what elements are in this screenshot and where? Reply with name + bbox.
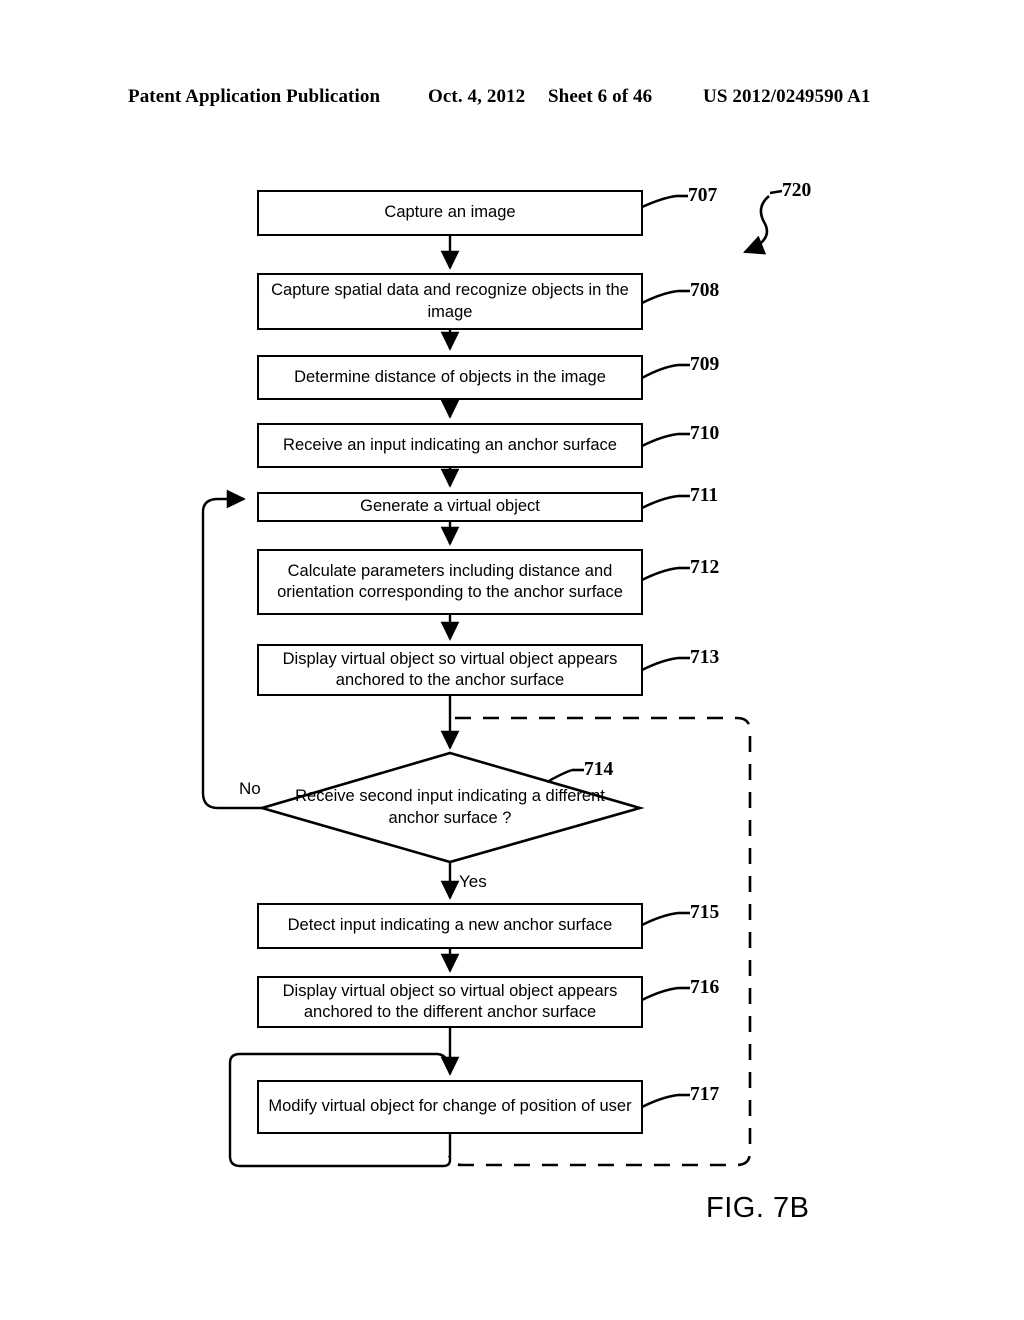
process-box-710[interactable]: Receive an input indicating an anchor su… — [257, 423, 643, 468]
leader-711 — [641, 494, 679, 510]
leader-715 — [641, 911, 679, 927]
leader-710 — [641, 432, 679, 448]
leader-713 — [641, 656, 679, 672]
process-box-716-label: Display virtual object so virtual object… — [282, 981, 618, 1021]
leader-707 — [641, 194, 677, 209]
process-box-715[interactable]: Detect input indicating a new anchor sur… — [257, 903, 643, 949]
process-box-707[interactable]: Capture an image — [257, 190, 643, 236]
reference-numeral-720: 720 — [782, 180, 812, 201]
reference-numeral-709: 709 — [690, 354, 720, 375]
leader-708 — [641, 289, 679, 305]
process-box-709-label: Determine distance of objects in the ima… — [294, 367, 606, 386]
process-box-711-label: Generate a virtual object — [360, 497, 540, 516]
process-box-713[interactable]: Display virtual object so virtual object… — [257, 644, 643, 696]
reference-numeral-712: 712 — [690, 557, 720, 578]
process-box-709[interactable]: Determine distance of objects in the ima… — [257, 355, 643, 400]
reference-numeral-717: 717 — [690, 1084, 720, 1105]
leader-tick-720 — [769, 189, 783, 195]
process-box-716[interactable]: Display virtual object so virtual object… — [257, 976, 643, 1028]
leader-716 — [641, 986, 679, 1002]
process-box-707-label: Capture an image — [384, 203, 516, 222]
figure-reference-arrow-720 — [743, 195, 770, 255]
process-box-710-label: Receive an input indicating an anchor su… — [283, 435, 617, 454]
reference-numeral-714: 714 — [584, 759, 614, 780]
process-box-711[interactable]: Generate a virtual object — [257, 492, 643, 522]
reference-numeral-716: 716 — [690, 977, 720, 998]
figure-caption: FIG. 7B — [706, 1192, 810, 1224]
process-box-717-label: Modify virtual object for change of posi… — [268, 1097, 632, 1116]
reference-numeral-711: 711 — [690, 485, 719, 506]
decision-box-714-label: Receive second input indicating a differ… — [295, 787, 605, 827]
process-box-712-label: Calculate parameters including distance … — [277, 561, 623, 601]
process-box-715-label: Detect input indicating a new anchor sur… — [287, 916, 613, 935]
leader-709 — [641, 363, 679, 380]
process-box-708-label: Capture spatial data and recognize objec… — [271, 281, 629, 321]
reference-numeral-708: 708 — [690, 280, 720, 301]
reference-numeral-710: 710 — [690, 423, 720, 444]
decision-box-714[interactable]: Receive second input indicating a differ… — [285, 772, 615, 844]
leader-717 — [641, 1093, 679, 1109]
flowchart-figure: Capture an image Capture spatial data an… — [0, 0, 1024, 1320]
process-box-713-label: Display virtual object so virtual object… — [282, 649, 618, 689]
process-box-717[interactable]: Modify virtual object for change of posi… — [257, 1080, 643, 1134]
process-box-708[interactable]: Capture spatial data and recognize objec… — [257, 273, 643, 330]
branch-label-yes: Yes — [459, 872, 487, 891]
branch-label-no: No — [239, 779, 261, 798]
reference-numeral-715: 715 — [690, 902, 720, 923]
leader-712 — [641, 566, 679, 582]
loop-no-714-to-711 — [201, 489, 262, 810]
process-box-712[interactable]: Calculate parameters including distance … — [257, 549, 643, 615]
reference-numeral-713: 713 — [690, 647, 720, 668]
reference-numeral-707: 707 — [688, 185, 718, 206]
